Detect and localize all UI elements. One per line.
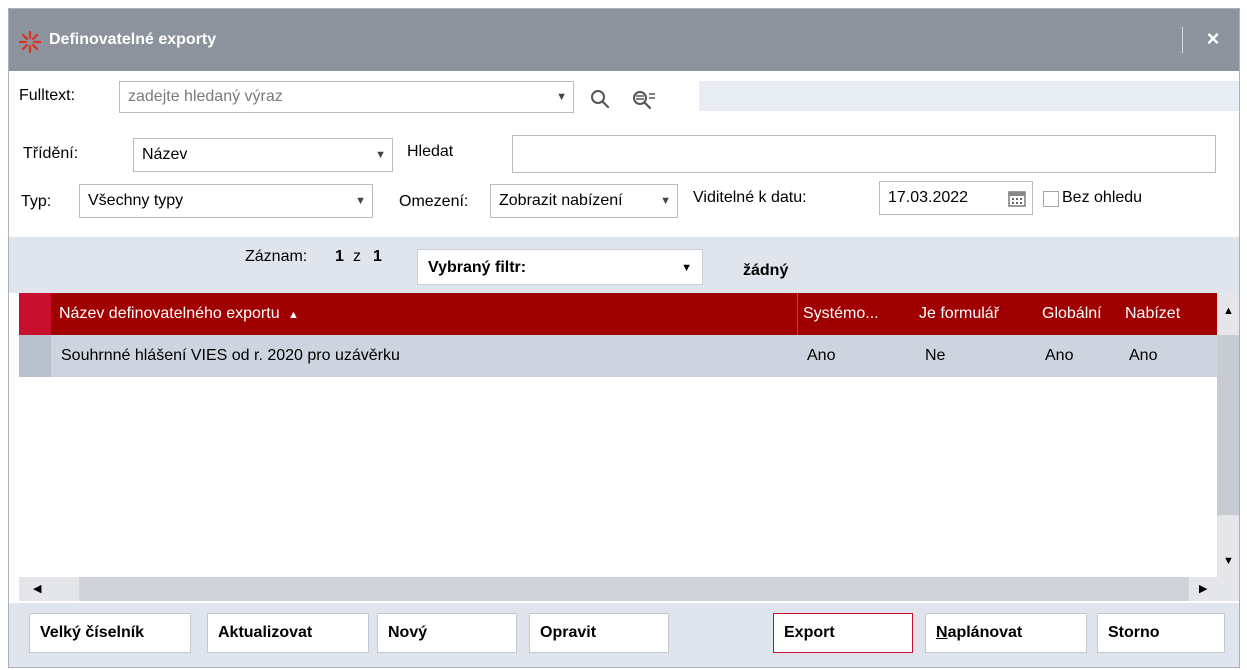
sort-select[interactable]: Název ▼ bbox=[133, 138, 393, 172]
fulltext-label: Fulltext: bbox=[19, 87, 76, 104]
schedule-rest: aplánovat bbox=[947, 624, 1023, 641]
filter-label: Vybraný filtr: bbox=[428, 259, 527, 276]
record-navigator: Záznam: 1 z 1 Vybraný filtr: ▼ žádný bbox=[9, 237, 1239, 293]
close-button[interactable]: × bbox=[1193, 25, 1233, 53]
table-row[interactable]: Souhrnné hlášení VIES od r. 2020 pro uzá… bbox=[19, 335, 1217, 377]
record-total: 1 bbox=[373, 248, 382, 265]
cell-offer: Ano bbox=[1129, 347, 1158, 364]
calendar-icon[interactable] bbox=[1008, 190, 1026, 207]
restriction-value: Zobrazit nabízení bbox=[499, 192, 623, 209]
vertical-scrollbar[interactable]: ▲ ▼ bbox=[1217, 293, 1239, 577]
title-separator bbox=[1182, 27, 1183, 53]
visible-date-label: Viditelné k datu: bbox=[693, 189, 807, 206]
visible-date-value: 17.03.2022 bbox=[888, 189, 969, 206]
schedule-mnemonic: N bbox=[936, 624, 948, 641]
definable-exports-window: Definovatelné exporty × Fulltext: zadejt… bbox=[8, 8, 1240, 668]
ignore-checkbox[interactable] bbox=[1043, 191, 1059, 207]
filter-panel: Fulltext: zadejte hledaný výraz ▼ Tříděn… bbox=[9, 71, 1239, 237]
scroll-thumb[interactable] bbox=[1217, 335, 1239, 515]
record-of: z bbox=[353, 248, 361, 265]
sort-value: Název bbox=[142, 146, 188, 163]
search-label: Hledat bbox=[407, 143, 454, 160]
record-label: Záznam: bbox=[245, 248, 308, 265]
row-selector-header bbox=[19, 293, 51, 335]
sort-label: Třídění: bbox=[23, 145, 79, 162]
column-header-global[interactable]: Globální bbox=[1042, 293, 1120, 335]
app-logo-icon bbox=[19, 31, 41, 53]
grid-header: Název definovatelného exportu ▲ Systémo.… bbox=[19, 293, 1217, 335]
type-select[interactable]: Všechny typy ▼ bbox=[79, 184, 373, 218]
chevron-down-icon[interactable]: ▼ bbox=[681, 250, 692, 286]
column-header-name[interactable]: Název definovatelného exportu ▲ bbox=[59, 293, 799, 335]
column-header-form[interactable]: Je formulář bbox=[919, 293, 1039, 335]
schedule-button[interactable]: Naplánovat bbox=[925, 613, 1087, 653]
toolbar-strip bbox=[699, 81, 1239, 111]
refresh-button[interactable]: Aktualizovat bbox=[207, 613, 369, 653]
scroll-up-icon[interactable]: ▲ bbox=[1223, 305, 1234, 317]
advanced-search-icon[interactable] bbox=[631, 88, 657, 110]
search-input[interactable] bbox=[512, 135, 1216, 173]
sort-ascending-icon: ▲ bbox=[288, 309, 299, 321]
search-icon[interactable] bbox=[589, 88, 611, 110]
column-header-system[interactable]: Systémo... bbox=[803, 293, 913, 335]
ignore-label: Bez ohledu bbox=[1062, 189, 1143, 206]
type-value: Všechny typy bbox=[88, 192, 184, 209]
cell-global: Ano bbox=[1045, 347, 1074, 364]
fulltext-combobox[interactable]: zadejte hledaný výraz ▼ bbox=[119, 81, 574, 113]
cell-name: Souhrnné hlášení VIES od r. 2020 pro uzá… bbox=[61, 347, 400, 364]
column-header-offer[interactable]: Nabízet bbox=[1125, 293, 1205, 335]
export-button[interactable]: Export bbox=[773, 613, 913, 653]
restriction-select[interactable]: Zobrazit nabízení ▼ bbox=[490, 184, 678, 218]
scroll-down-icon[interactable]: ▼ bbox=[1223, 555, 1234, 567]
filter-select[interactable]: Vybraný filtr: ▼ bbox=[417, 249, 703, 285]
horizontal-scrollbar[interactable]: ◀ ▶ bbox=[19, 577, 1239, 601]
fulltext-placeholder: zadejte hledaný výraz bbox=[128, 88, 283, 105]
row-selector[interactable] bbox=[19, 335, 51, 377]
chevron-down-icon[interactable]: ▼ bbox=[660, 185, 671, 217]
button-bar: Velký číselník Aktualizovat Nový Opravit… bbox=[9, 603, 1239, 667]
cell-form: Ne bbox=[925, 347, 946, 364]
chevron-down-icon[interactable]: ▼ bbox=[375, 139, 386, 171]
scroll-right-icon[interactable]: ▶ bbox=[1199, 582, 1207, 595]
cell-system: Ano bbox=[807, 347, 836, 364]
type-label: Typ: bbox=[21, 193, 52, 210]
chevron-down-icon[interactable]: ▼ bbox=[556, 82, 567, 112]
title-bar: Definovatelné exporty × bbox=[9, 9, 1239, 71]
big-list-button[interactable]: Velký číselník bbox=[29, 613, 191, 653]
visible-date-input[interactable]: 17.03.2022 bbox=[879, 181, 1033, 215]
record-current: 1 bbox=[335, 248, 344, 265]
cancel-button[interactable]: Storno bbox=[1097, 613, 1225, 653]
new-button[interactable]: Nový bbox=[377, 613, 517, 653]
filter-value: žádný bbox=[743, 262, 789, 279]
restriction-label: Omezení: bbox=[399, 193, 469, 210]
scroll-left-icon[interactable]: ◀ bbox=[33, 582, 41, 595]
horizontal-scroll-thumb[interactable] bbox=[79, 577, 1189, 601]
exports-grid: Název definovatelného exportu ▲ Systémo.… bbox=[19, 293, 1217, 577]
edit-button[interactable]: Opravit bbox=[529, 613, 669, 653]
window-title: Definovatelné exporty bbox=[49, 31, 217, 48]
column-separator bbox=[797, 293, 798, 335]
chevron-down-icon[interactable]: ▼ bbox=[355, 185, 366, 217]
